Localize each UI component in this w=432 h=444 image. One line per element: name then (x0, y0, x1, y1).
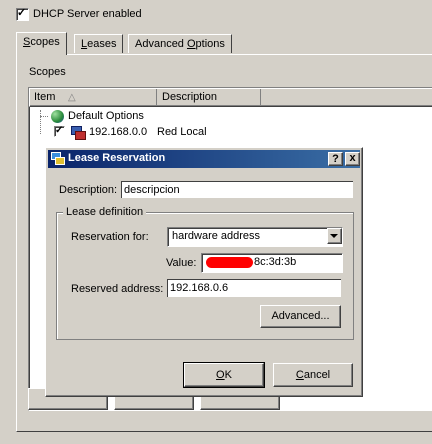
ok-button[interactable]: OK (183, 362, 265, 388)
lease-definition-label: Lease definition (63, 206, 147, 218)
list-item[interactable]: Default Options (51, 109, 251, 125)
ok-rest: K (224, 369, 232, 381)
list-header: Item △ Description (29, 88, 432, 107)
column-header-item[interactable]: Item △ (30, 89, 157, 106)
ok-mnemonic: O (216, 369, 225, 381)
tab-leases-rest: eases (87, 38, 117, 50)
value-text: 8c:3d:3b (254, 256, 297, 268)
reserved-address-input[interactable] (167, 279, 341, 297)
advanced-button-label: Advanced... (271, 310, 330, 322)
globe-icon (51, 110, 64, 123)
value-input[interactable]: 8c:3d:3b (201, 253, 343, 273)
tab-advanced-options-pre: Advanced (135, 38, 187, 50)
close-icon: x (349, 152, 356, 164)
tree-line (40, 110, 41, 134)
cancel-rest: ancel (303, 369, 331, 381)
cancel-button[interactable]: Cancel (273, 363, 353, 387)
tab-advanced-options[interactable]: Advanced Options (128, 34, 232, 53)
tab-scopes-rest: copes (30, 36, 60, 48)
tab-advanced-options-rest: ptions (195, 38, 225, 50)
redaction-mark (206, 257, 253, 268)
checkmark-icon: ✓ (17, 7, 27, 19)
chevron-down-icon (330, 234, 338, 238)
list-item-name: 192.168.0.0 (89, 126, 148, 138)
reservation-for-select[interactable]: hardware address (167, 227, 343, 247)
list-item-description: Red Local (157, 126, 207, 138)
reservation-for-label: Reservation for: (71, 231, 149, 243)
lease-reservation-dialog: Lease Reservation ? x Description: Lease… (45, 147, 363, 397)
reservation-for-value: hardware address (172, 230, 261, 242)
tab-scopes[interactable]: Scopes (16, 32, 67, 55)
column-header-description[interactable]: Description (158, 89, 261, 106)
dialog-title: Lease Reservation (68, 152, 166, 164)
description-label: Description: (59, 184, 118, 196)
close-button[interactable]: x (345, 152, 360, 166)
column-description-label: Description (162, 91, 218, 103)
cancel-mnemonic: C (295, 369, 304, 381)
dropdown-button[interactable] (327, 228, 342, 244)
list-item[interactable]: 192.168.0.0 Red Local (71, 125, 271, 141)
dialog-titlebar[interactable]: Lease Reservation ? x (48, 150, 360, 168)
tree-line (40, 116, 48, 117)
computers-icon (71, 126, 86, 140)
dhcp-enabled-checkbox[interactable]: ✓ (16, 7, 29, 21)
value-label: Value: (166, 257, 197, 269)
scope-checkbox[interactable]: ✓ (54, 125, 65, 137)
column-item-label: Item (34, 91, 56, 103)
dhcp-enabled-label: DHCP Server enabled (33, 8, 142, 20)
description-input[interactable] (121, 181, 353, 198)
reserved-address-label: Reserved address: (71, 283, 164, 295)
scopes-group-label: Scopes (29, 66, 66, 78)
tab-advanced-options-mnemonic: O (186, 38, 196, 50)
tab-leases[interactable]: Leases (74, 34, 124, 53)
sort-ascending-icon: △ (68, 92, 76, 103)
help-icon: ? (332, 153, 339, 165)
checkmark-icon: ✓ (55, 125, 64, 136)
list-item-name: Default Options (68, 110, 144, 122)
advanced-button[interactable]: Advanced... (260, 305, 341, 328)
help-button[interactable]: ? (328, 152, 343, 166)
dialog-app-icon (51, 152, 65, 165)
